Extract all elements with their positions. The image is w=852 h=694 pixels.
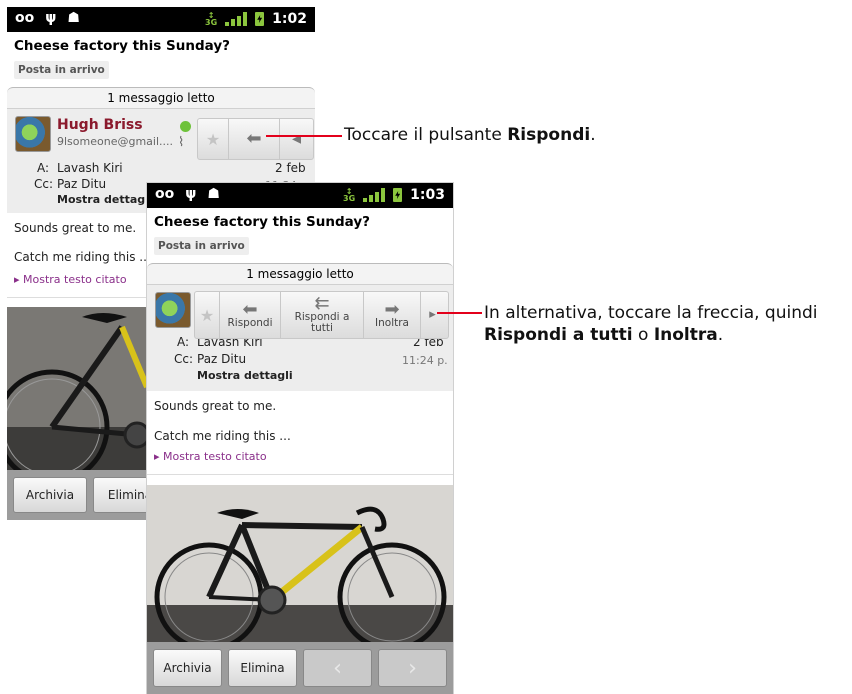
reply-button[interactable]: ⬅: [228, 119, 279, 159]
previous-button[interactable]: ‹: [303, 649, 372, 687]
android-icon: ☗: [67, 10, 80, 26]
reply-icon: ⬅: [246, 128, 262, 149]
reply-all-label: Rispondi a tutti: [294, 311, 350, 334]
avatar[interactable]: [15, 116, 51, 152]
reply-all-button[interactable]: ⇇ Rispondi a tutti: [280, 292, 363, 338]
label-chip[interactable]: Posta in arrivo: [154, 237, 249, 255]
signal-icon: [363, 188, 386, 202]
clock: 1:03: [410, 187, 445, 203]
signal-icon: [225, 12, 248, 26]
show-details-link[interactable]: Mostra dettagli: [57, 193, 153, 206]
status-bar: oo ψ ☗ ↕ 3G 1:02: [7, 7, 315, 32]
cc-value: Paz Ditu: [57, 177, 107, 191]
to-value: Lavash Kiri: [57, 161, 123, 175]
date: 2 feb: [275, 161, 306, 175]
phone-screen-2: oo ψ ☗ ↕ 3G 1:03 Cheese factory this Sund…: [147, 183, 453, 694]
presence-icon: [180, 121, 191, 132]
to-label: A:: [177, 335, 190, 349]
bottom-action-bar: Archivia Elimina ‹ ›: [147, 642, 453, 694]
forward-icon: ➡: [384, 298, 400, 320]
delete-button[interactable]: Elimina: [228, 649, 297, 687]
more-actions-button[interactable]: ▸: [420, 292, 444, 338]
forward-button[interactable]: ➡ Inoltra: [363, 292, 420, 338]
clock: 1:02: [272, 11, 307, 27]
time: 11:24 p.: [402, 354, 448, 367]
bicycle-photo: [147, 485, 453, 645]
callout-reply: Toccare il pulsante Rispondi.: [344, 125, 596, 145]
body-line: Sounds great to me.: [154, 399, 277, 413]
usb-icon: ψ: [45, 10, 57, 26]
message-header: A: Lavash Kiri 2 feb Cc: Paz Ditu 11:24 …: [147, 285, 453, 391]
body-line: Sounds great to me.: [14, 221, 137, 235]
network-3g-icon: ↕ 3G: [343, 187, 356, 203]
reply-button[interactable]: ⬅ Rispondi: [219, 292, 280, 338]
voicemail-icon: oo: [155, 186, 175, 202]
label-chip[interactable]: Posta in arrivo: [14, 61, 109, 79]
show-details-link[interactable]: Mostra dettagli: [197, 369, 293, 382]
sender-email: 9lsomeone@gmail....: [57, 135, 174, 148]
cc-label: Cc:: [34, 177, 54, 191]
star-button[interactable]: ★: [195, 292, 219, 338]
show-quoted-link[interactable]: ▸ Mostra testo citato: [154, 450, 267, 463]
triangle-right-icon: ▸: [429, 307, 436, 322]
cc-value: Paz Ditu: [197, 352, 247, 366]
battery-icon: [393, 188, 403, 202]
triangle-left-icon: ◂: [291, 128, 302, 149]
show-quoted-link[interactable]: ▸ Mostra testo citato: [14, 273, 127, 286]
body-line: Catch me riding this ...: [14, 250, 151, 264]
email-subject: Cheese factory this Sunday?: [14, 38, 230, 54]
archive-button[interactable]: Archivia: [13, 477, 87, 513]
divider: [147, 474, 453, 475]
status-bar: oo ψ ☗ ↕ 3G 1:03: [147, 183, 453, 208]
action-strip: ★ ⬅ ◂: [197, 118, 314, 160]
bicycle-image: [147, 485, 453, 645]
next-button[interactable]: ›: [378, 649, 447, 687]
android-icon: ☗: [207, 186, 220, 202]
cc-label: Cc:: [174, 352, 194, 366]
sender-name: Hugh Briss: [57, 117, 143, 133]
reply-label: Rispondi: [227, 316, 273, 329]
more-actions-button[interactable]: ◂: [279, 119, 313, 159]
to-label: A:: [37, 161, 50, 175]
star-icon: ★: [205, 129, 221, 149]
avatar[interactable]: [155, 292, 191, 328]
callout-more: In alternativa, toccare la freccia, quin…: [484, 303, 818, 345]
reply-icon: ⬅: [242, 298, 258, 320]
read-messages-bar[interactable]: 1 messaggio letto: [147, 263, 453, 285]
archive-button[interactable]: Archivia: [153, 649, 222, 687]
read-messages-bar[interactable]: 1 messaggio letto: [7, 87, 315, 109]
star-button[interactable]: ★: [198, 119, 228, 159]
callout-pointer-reply: [266, 135, 342, 137]
battery-icon: [255, 12, 265, 26]
network-3g-icon: ↕ 3G: [205, 11, 218, 27]
email-subject: Cheese factory this Sunday?: [154, 214, 370, 230]
forward-label: Inoltra: [375, 316, 409, 329]
usb-icon: ψ: [185, 186, 197, 202]
voicemail-icon: oo: [15, 10, 35, 26]
body-line: Catch me riding this ...: [154, 429, 291, 443]
expanded-action-strip: ★ ⬅ Rispondi ⇇ Rispondi a tutti ➡ Inoltr…: [194, 291, 449, 339]
star-icon: ★: [199, 305, 215, 325]
reply-all-icon: ⇇: [314, 293, 330, 314]
callout-pointer-more: [437, 312, 482, 314]
attachment-icon: ⌇: [178, 135, 185, 150]
